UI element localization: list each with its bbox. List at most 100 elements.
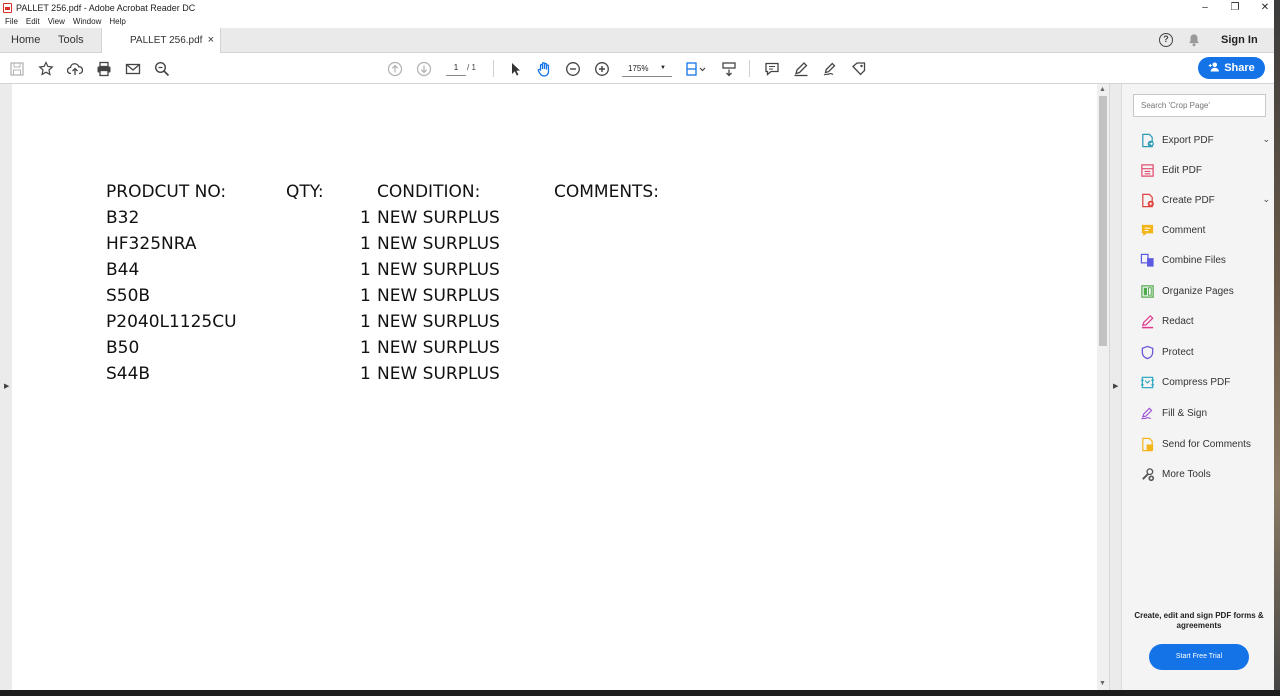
chevron-down-icon[interactable]: ⌄: [1262, 194, 1270, 205]
tool-label: Edit PDF: [1162, 164, 1203, 176]
comment-icon: [1139, 222, 1155, 238]
desktop-background: [1274, 0, 1280, 696]
qty-cell: 1: [360, 338, 371, 358]
toolbar-divider: [749, 60, 750, 77]
menu-file[interactable]: File: [5, 17, 18, 26]
document-viewer[interactable]: [12, 84, 1097, 690]
stamp-tag-icon[interactable]: [850, 60, 868, 78]
qty-cell: 1: [360, 260, 371, 280]
tab-home[interactable]: Home: [11, 34, 40, 46]
select-cursor-icon[interactable]: [506, 60, 524, 78]
window-controls: – ❐ ✕: [1190, 0, 1280, 15]
product-cell: B50: [106, 338, 140, 358]
condition-cell: NEW SURPLUS: [377, 312, 500, 332]
find-search-icon[interactable]: [153, 60, 171, 78]
tool-fill-sign[interactable]: Fill & Sign: [1139, 403, 1269, 423]
save-icon[interactable]: [8, 60, 26, 78]
menu-edit[interactable]: Edit: [26, 17, 40, 26]
qty-cell: 1: [360, 312, 371, 332]
tool-redact[interactable]: Redact: [1139, 311, 1269, 331]
scroll-mode-icon[interactable]: [720, 60, 738, 78]
product-cell: P2040L1125CU: [106, 312, 237, 332]
tool-create-pdf[interactable]: Create PDF ⌄: [1139, 190, 1270, 210]
collapse-right-panel-icon: ▶: [1113, 383, 1119, 390]
tool-label: More Tools: [1162, 468, 1211, 480]
acrobat-pdf-icon: [3, 2, 12, 13]
zoom-in-icon[interactable]: [593, 60, 611, 78]
page-number-input[interactable]: 1: [446, 61, 466, 76]
tool-organize-pages[interactable]: Organize Pages: [1139, 281, 1269, 301]
tab-document[interactable]: PALLET 256.pdf ×: [101, 28, 221, 53]
menu-help[interactable]: Help: [109, 17, 125, 26]
tool-label: Redact: [1162, 315, 1194, 327]
chevron-down-icon[interactable]: ⌄: [1262, 134, 1270, 145]
zoom-out-icon[interactable]: [564, 60, 582, 78]
comments-column-header: COMMENTS:: [554, 182, 659, 202]
condition-cell: NEW SURPLUS: [377, 364, 500, 384]
tab-tools[interactable]: Tools: [58, 34, 84, 46]
menu-window[interactable]: Window: [73, 17, 101, 26]
vertical-scrollbar[interactable]: ▲ ▼: [1097, 84, 1109, 690]
start-free-trial-button[interactable]: Start Free Trial: [1149, 644, 1249, 670]
condition-cell: NEW SURPLUS: [377, 208, 500, 228]
tab-bar: Home Tools PALLET 256.pdf × ? Sign In: [0, 28, 1280, 53]
help-icon[interactable]: ?: [1159, 33, 1173, 47]
condition-cell: NEW SURPLUS: [377, 338, 500, 358]
share-button-label: Share: [1224, 62, 1255, 74]
tool-edit-pdf[interactable]: Edit PDF: [1139, 160, 1269, 180]
product-cell: B44: [106, 260, 140, 280]
tool-send-for-comments[interactable]: Send for Comments: [1139, 434, 1269, 454]
scroll-down-icon[interactable]: ▼: [1099, 680, 1106, 687]
product-cell: B32: [106, 208, 140, 228]
close-tab-icon[interactable]: ×: [208, 34, 214, 46]
tool-combine-files[interactable]: Combine Files: [1139, 250, 1269, 270]
tools-search-input[interactable]: [1133, 94, 1266, 117]
scrollbar-thumb[interactable]: [1099, 96, 1107, 346]
product-cell: S44B: [106, 364, 151, 384]
bookmark-star-icon[interactable]: [37, 60, 55, 78]
product-column-header: PRODCUT NO:: [106, 182, 227, 202]
tool-comment[interactable]: Comment: [1139, 220, 1269, 240]
left-panel-toggle[interactable]: ▶: [0, 84, 12, 690]
upload-cloud-icon[interactable]: [66, 60, 84, 78]
minimize-button[interactable]: –: [1190, 0, 1220, 15]
hand-tool-icon[interactable]: [535, 60, 553, 78]
zoom-level-select[interactable]: 175% ▼: [622, 61, 672, 77]
maximize-button[interactable]: ❐: [1220, 0, 1250, 15]
tool-export-pdf[interactable]: Export PDF ⌄: [1139, 130, 1270, 150]
tool-more-tools[interactable]: More Tools: [1139, 464, 1269, 484]
zoom-dropdown-icon: ▼: [660, 65, 666, 71]
right-panel-toggle[interactable]: ▶: [1109, 84, 1121, 690]
taskbar: [0, 690, 1280, 696]
qty-cell: 1: [360, 208, 371, 228]
tool-protect[interactable]: Protect: [1139, 342, 1269, 362]
previous-page-icon[interactable]: [386, 60, 404, 78]
highlight-pen-icon[interactable]: [792, 60, 810, 78]
menu-bar: File Edit View Window Help: [0, 15, 1280, 28]
next-page-icon[interactable]: [415, 60, 433, 78]
tool-label: Combine Files: [1162, 254, 1226, 266]
comment-toolbar-icon[interactable]: [763, 60, 781, 78]
tool-compress-pdf[interactable]: Compress PDF: [1139, 372, 1269, 392]
qty-column-header: QTY:: [286, 182, 324, 202]
product-cell: HF325NRA: [106, 234, 197, 254]
tool-label: Fill & Sign: [1162, 407, 1208, 419]
organize-pages-icon: [1139, 283, 1155, 299]
tool-label: Protect: [1162, 346, 1194, 358]
notification-bell-icon[interactable]: [1187, 33, 1201, 47]
sign-pen-icon[interactable]: [821, 60, 839, 78]
compress-pdf-icon: [1139, 374, 1155, 390]
share-button[interactable]: Share: [1198, 57, 1265, 79]
email-icon[interactable]: [124, 60, 142, 78]
print-icon[interactable]: [95, 60, 113, 78]
qty-cell: 1: [360, 234, 371, 254]
sign-in-link[interactable]: Sign In: [1221, 34, 1258, 46]
page-fit-icon[interactable]: [684, 60, 708, 78]
condition-cell: NEW SURPLUS: [377, 234, 500, 254]
condition-column-header: CONDITION:: [377, 182, 481, 202]
zoom-level-value: 175%: [628, 64, 649, 73]
scroll-up-icon[interactable]: ▲: [1099, 86, 1106, 93]
menu-view[interactable]: View: [48, 17, 65, 26]
protect-icon: [1139, 344, 1155, 360]
tool-label: Organize Pages: [1162, 285, 1234, 297]
